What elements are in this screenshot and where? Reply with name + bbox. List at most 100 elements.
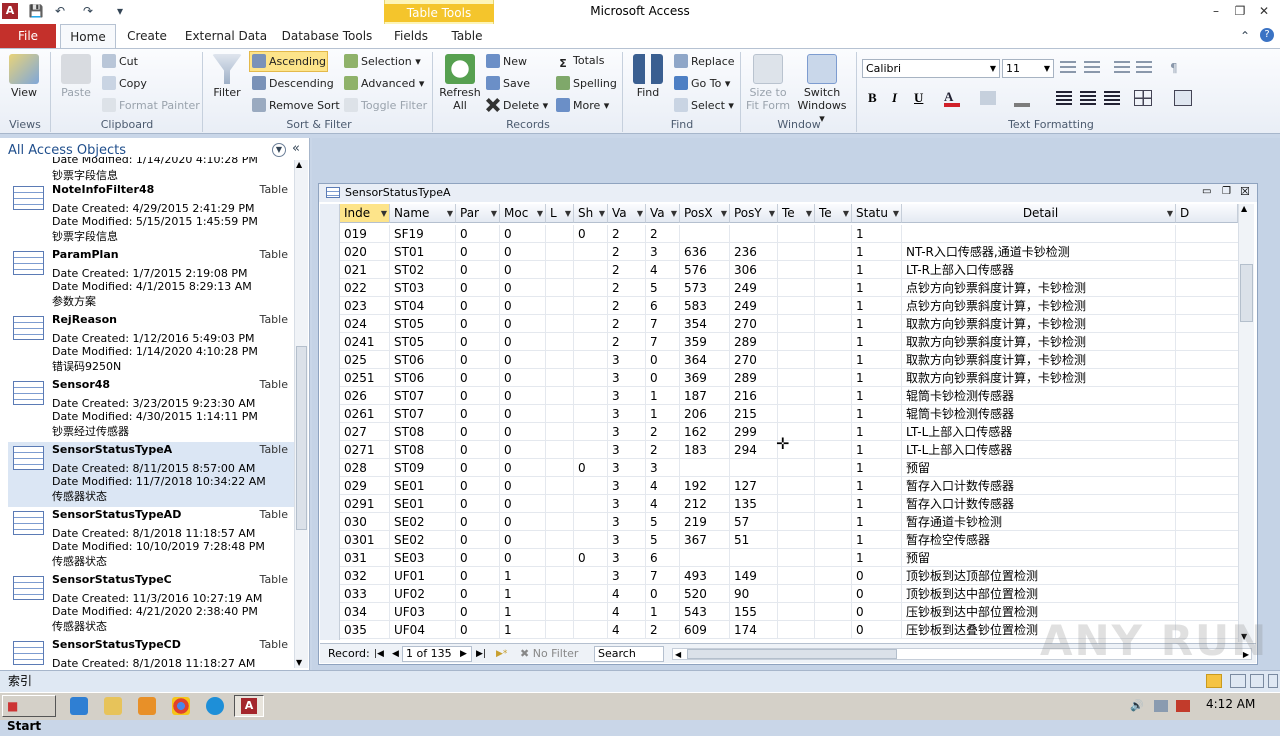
table-row[interactable]: 0301 SE02 0 0 3 5 367 51 1 暂存检空传感器 (340, 531, 1238, 549)
table-cell[interactable]: 5 (646, 513, 680, 531)
table-cell[interactable]: 127 (730, 477, 778, 495)
table-cell[interactable] (778, 495, 815, 513)
table-cell[interactable]: ST01 (390, 243, 456, 261)
table-cell[interactable]: 270 (730, 315, 778, 333)
italic-button[interactable]: I (892, 90, 897, 106)
table-cell[interactable]: 021 (340, 261, 390, 279)
goto-button[interactable]: Go To ▾ (674, 76, 730, 90)
table-cell[interactable] (546, 261, 574, 279)
column-header[interactable]: Sh ▼ (574, 204, 608, 223)
table-cell[interactable]: ST05 (390, 333, 456, 351)
size-to-fit-form-button[interactable]: Size to Fit Form (744, 54, 792, 112)
table-cell[interactable]: 0 (456, 351, 500, 369)
table-cell[interactable]: 0 (500, 369, 546, 387)
table-cell[interactable]: 0 (500, 423, 546, 441)
table-cell[interactable]: ST02 (390, 261, 456, 279)
table-cell[interactable]: 0251 (340, 369, 390, 387)
table-cell[interactable]: 辊筒卡钞检测传感器 (902, 387, 1176, 405)
table-cell[interactable] (574, 513, 608, 531)
table-cell[interactable]: 2 (608, 297, 646, 315)
table-cell[interactable]: 取款方向钞票斜度计算，卡钞检测 (902, 315, 1176, 333)
table-cell[interactable] (778, 603, 815, 621)
column-header[interactable]: Te ▼ (815, 204, 852, 223)
table-cell[interactable]: 306 (730, 261, 778, 279)
table-cell[interactable]: 0 (500, 405, 546, 423)
table-cell[interactable] (574, 423, 608, 441)
table-cell[interactable]: 90 (730, 585, 778, 603)
table-cell[interactable] (680, 459, 730, 477)
table-cell[interactable]: 点钞方向钞票斜度计算，卡钞检测 (902, 279, 1176, 297)
table-cell[interactable] (815, 351, 852, 369)
table-cell[interactable] (680, 225, 730, 243)
edge-icon[interactable] (206, 697, 224, 715)
table-cell[interactable] (574, 531, 608, 549)
table-cell[interactable]: 57 (730, 513, 778, 531)
table-cell[interactable]: 1 (500, 585, 546, 603)
table-cell[interactable] (574, 261, 608, 279)
table-cell[interactable]: 212 (680, 495, 730, 513)
table-cell[interactable] (815, 531, 852, 549)
table-cell[interactable] (546, 549, 574, 567)
table-cell[interactable]: 0 (456, 441, 500, 459)
table-cell[interactable] (778, 531, 815, 549)
table-cell[interactable]: 0 (646, 585, 680, 603)
table-cell[interactable] (574, 315, 608, 333)
table-cell[interactable]: 1 (852, 351, 902, 369)
table-cell[interactable]: 0 (500, 333, 546, 351)
table-cell[interactable]: 1 (852, 315, 902, 333)
table-cell[interactable]: 030 (340, 513, 390, 531)
table-cell[interactable]: 1 (852, 369, 902, 387)
table-cell[interactable] (778, 279, 815, 297)
column-header[interactable]: Va ▼ (608, 204, 646, 223)
network-icon[interactable] (1154, 700, 1168, 712)
numbering-icon[interactable] (1084, 61, 1100, 75)
table-cell[interactable]: 3 (608, 351, 646, 369)
table-cell[interactable] (546, 225, 574, 243)
table-cell[interactable]: UF04 (390, 621, 456, 639)
table-cell[interactable]: 2 (646, 225, 680, 243)
table-cell[interactable] (815, 297, 852, 315)
selection-button[interactable]: Selection ▾ (344, 54, 421, 68)
table-cell[interactable]: 1 (852, 477, 902, 495)
table-cell[interactable] (815, 315, 852, 333)
table-cell[interactable]: 6 (646, 549, 680, 567)
decrease-indent-icon[interactable] (1114, 61, 1130, 75)
table-cell[interactable]: 270 (730, 351, 778, 369)
pivottable-view-icon[interactable] (1230, 674, 1246, 688)
table-cell[interactable]: 预留 (902, 549, 1176, 567)
table-cell[interactable]: 2 (646, 441, 680, 459)
table-cell[interactable]: 1 (852, 441, 902, 459)
design-view-icon[interactable] (1268, 674, 1278, 688)
table-cell[interactable]: 0 (456, 621, 500, 639)
table-cell[interactable] (902, 225, 1176, 243)
bold-button[interactable]: B (868, 90, 877, 106)
column-filter-icon[interactable]: ▼ (1167, 204, 1173, 222)
redo-icon[interactable]: ↷ (80, 3, 96, 19)
paste-button[interactable]: Paste (56, 54, 96, 99)
table-cell[interactable]: 暂存通道卡钞检测 (902, 513, 1176, 531)
last-record-icon[interactable]: ▶| (476, 644, 486, 664)
table-cell[interactable]: 573 (680, 279, 730, 297)
table-cell[interactable]: UF02 (390, 585, 456, 603)
search-input[interactable]: Search (594, 646, 664, 662)
table-row[interactable]: 025 ST06 0 0 3 0 364 270 1 取款方向钞票斜度计算，卡钞检测 (340, 351, 1238, 369)
table-cell[interactable]: ST09 (390, 459, 456, 477)
table-cell[interactable]: SE02 (390, 531, 456, 549)
table-cell[interactable]: 0 (456, 369, 500, 387)
chrome-icon[interactable] (172, 697, 190, 715)
table-cell[interactable] (574, 621, 608, 639)
save-record-button[interactable]: Save (486, 76, 530, 90)
first-record-icon[interactable]: |◀ (374, 644, 384, 664)
column-filter-icon[interactable]: ▼ (565, 204, 571, 222)
table-cell[interactable]: 035 (340, 621, 390, 639)
table-cell[interactable] (778, 369, 815, 387)
table-cell[interactable]: 135 (730, 495, 778, 513)
table-row[interactable]: 026 ST07 0 0 3 1 187 216 1 辊筒卡钞检测传感器 (340, 387, 1238, 405)
help-icon[interactable]: ? (1260, 28, 1274, 42)
table-cell[interactable]: 0 (456, 423, 500, 441)
table-cell[interactable] (546, 621, 574, 639)
doc-minimize-icon[interactable]: ▭ (1202, 186, 1211, 197)
table-cell[interactable]: 取款方向钞票斜度计算，卡钞检测 (902, 351, 1176, 369)
table-cell[interactable]: 0 (852, 567, 902, 585)
table-cell[interactable] (778, 297, 815, 315)
